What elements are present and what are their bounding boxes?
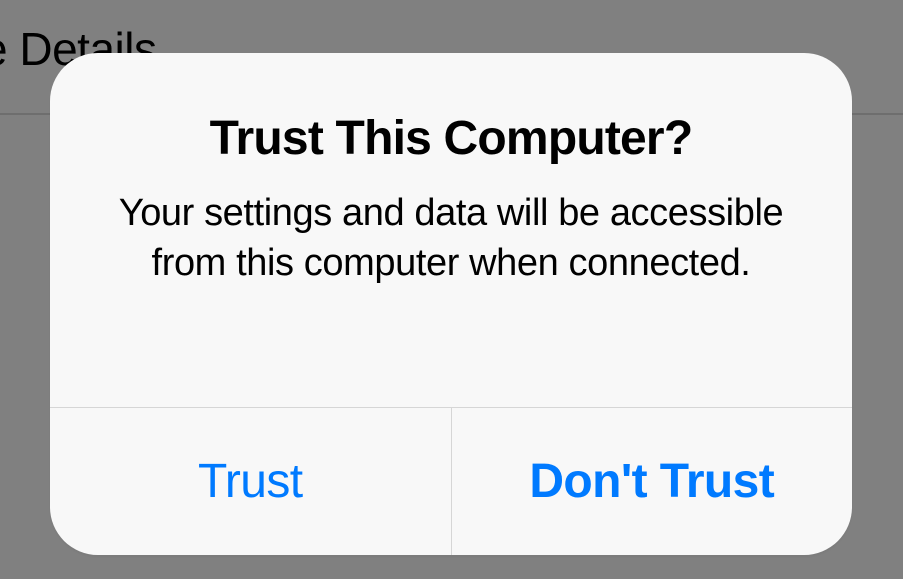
trust-dialog: Trust This Computer? Your settings and d… (50, 53, 852, 555)
dialog-content: Trust This Computer? Your settings and d… (50, 53, 852, 407)
trust-button[interactable]: Trust (50, 408, 452, 555)
dialog-message: Your settings and data will be accessibl… (110, 188, 792, 288)
dont-trust-button[interactable]: Don't Trust (452, 408, 853, 555)
dialog-button-row: Trust Don't Trust (50, 407, 852, 555)
dialog-title: Trust This Computer? (110, 111, 792, 166)
